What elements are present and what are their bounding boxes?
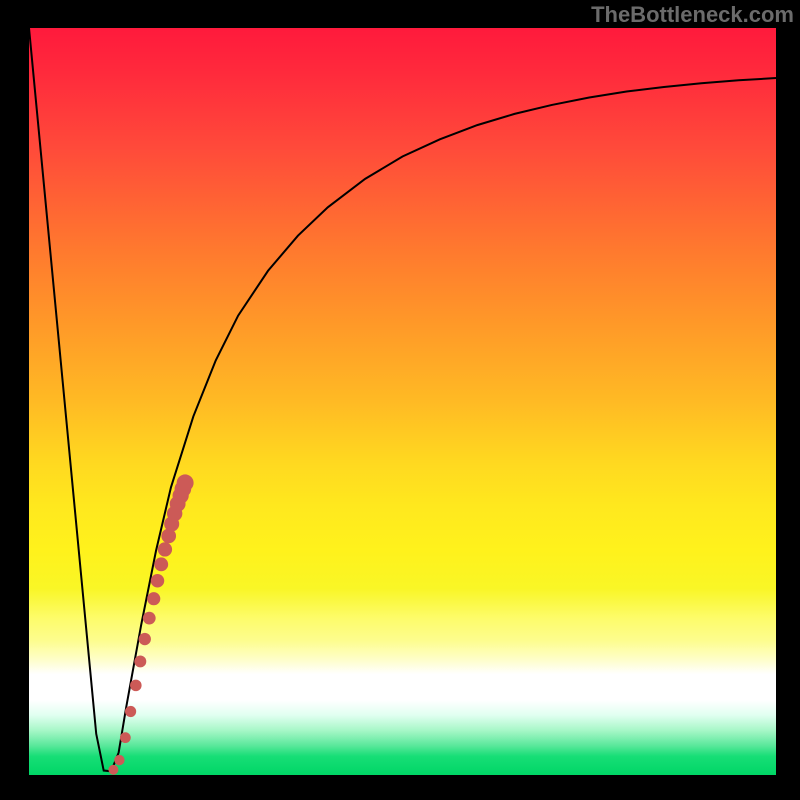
red-marker [130,680,142,692]
curve-overlay [29,28,776,775]
red-marker [154,557,168,571]
red-marker [143,612,156,625]
red-marker [147,592,160,605]
red-marker [125,706,136,717]
red-marker [108,765,118,775]
chart-container: TheBottleneck.com [0,0,800,800]
red-marker [139,633,151,645]
watermark-text: TheBottleneck.com [591,2,794,28]
red-marker [158,542,172,556]
red-marker [134,655,146,667]
red-marker [114,755,124,765]
red-marker-group [108,474,193,774]
red-marker [151,574,165,588]
red-marker [177,474,194,491]
red-marker [120,732,131,743]
plot-area [29,28,776,775]
